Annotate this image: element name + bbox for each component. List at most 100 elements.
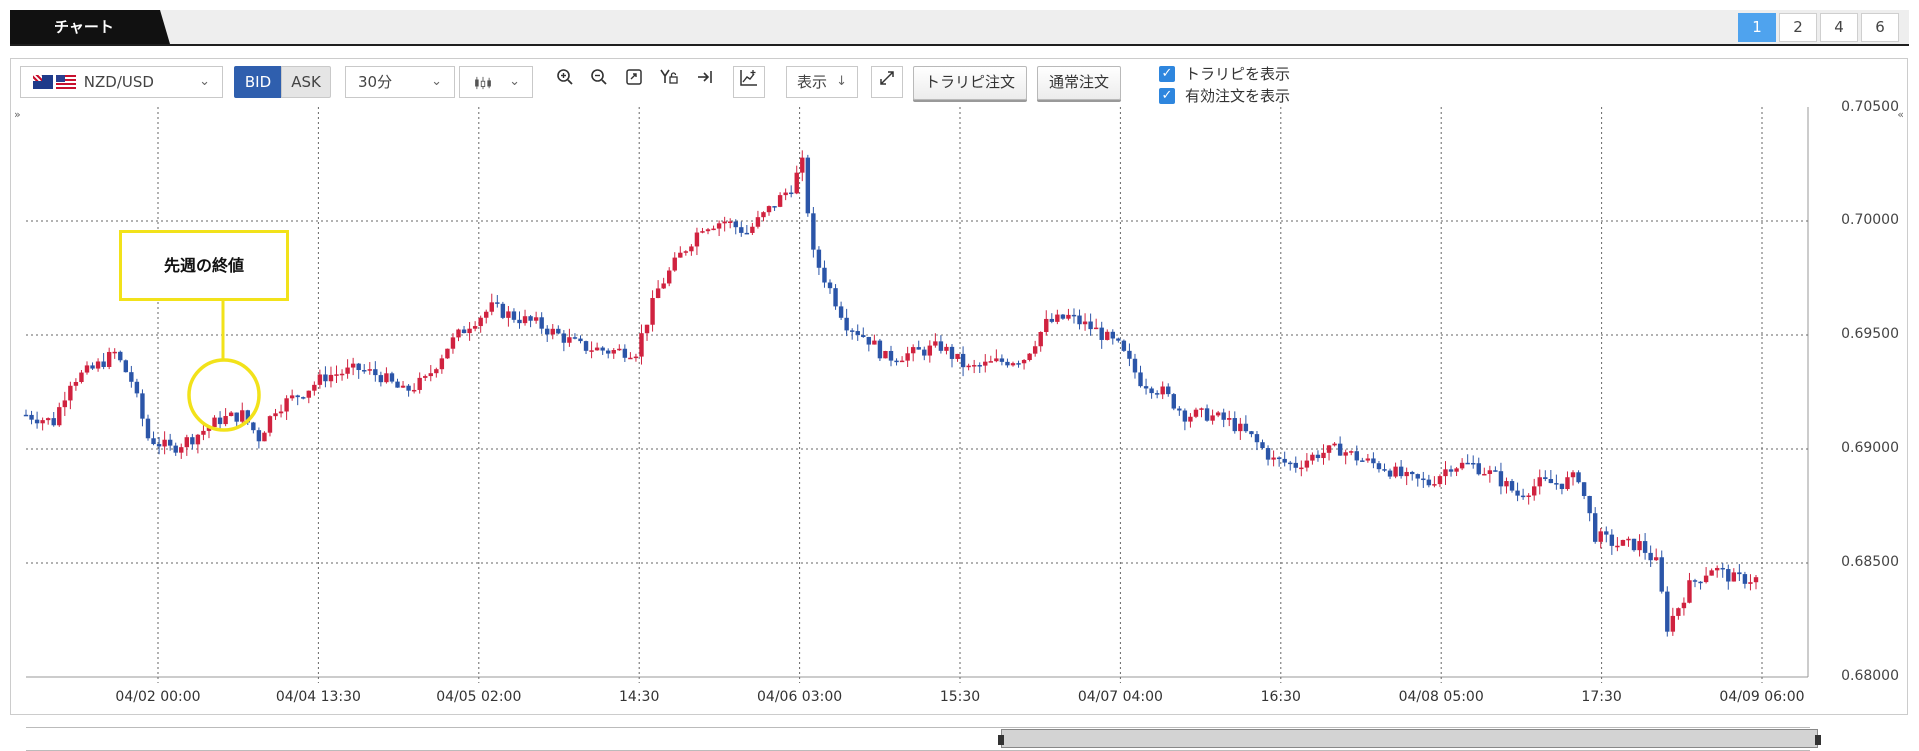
tab-chart[interactable]: チャート [10,10,170,44]
fullscreen-button[interactable] [871,66,903,98]
candle [1116,337,1121,343]
candle [849,328,855,340]
navigator-window[interactable] [998,729,1821,748]
y-lock-icon [660,69,678,84]
candle [1642,533,1648,560]
candle [1315,450,1321,462]
candle [794,165,799,195]
bid-toggle[interactable]: BID [234,66,282,98]
candle [167,433,173,451]
candle [273,408,278,420]
candle [655,280,661,299]
candle [899,356,905,363]
layout-2-button[interactable]: 2 [1779,13,1817,42]
time-navigator[interactable] [26,727,1821,751]
candle [1753,575,1759,590]
candle [1720,562,1725,578]
candle [1166,383,1171,397]
ask-toggle[interactable]: ASK [281,66,331,98]
chart-add-icon [740,70,757,86]
trailing-order-button[interactable]: トラリピ注文 [913,66,1027,100]
candle [517,311,522,329]
candle [1077,309,1082,330]
candle [1260,439,1265,450]
candle [1498,462,1504,495]
candle [539,312,544,334]
x-tick-label: 04/02 00:00 [115,689,201,705]
candle [1471,455,1476,469]
display-options-select[interactable]: 表示 ↓ [786,66,858,98]
candle [711,225,716,231]
candle [495,295,500,308]
layout-1-button[interactable]: 1 [1738,13,1776,42]
chart-type-select[interactable]: ⌄ [459,66,533,98]
candle [284,395,289,420]
navigator-left-handle[interactable] [998,735,1004,745]
candle [1310,452,1315,465]
x-tick-label: 17:30 [1581,689,1622,705]
show-trailing-row[interactable]: ✓ トラリピを表示 [1159,63,1290,84]
candle [1748,574,1753,591]
zoom-in-button[interactable] [549,66,581,98]
candle [1354,445,1359,466]
chart-plot-area[interactable]: » « 0.70500 0.70000 0.69500 0.69000 0.68500 0… [11,99,1907,751]
candle [1576,470,1581,484]
candle [1587,495,1592,522]
candle [212,415,217,428]
candle [1326,445,1332,461]
candle [739,221,744,237]
candle [434,367,439,378]
candle [1221,408,1226,428]
zoom-out-button[interactable] [583,66,615,98]
candle [1731,568,1737,582]
y-axis-lock-button[interactable] [653,66,685,98]
candle [1188,413,1193,428]
layout-6-button[interactable]: 6 [1861,13,1899,42]
period-select[interactable]: 30分 ⌄ [345,66,455,98]
candle [1659,550,1664,594]
layout-4-button[interactable]: 4 [1820,13,1858,42]
candle [489,293,494,316]
candlestick-chart[interactable] [11,107,1907,714]
candle [1415,473,1420,487]
candle [1182,408,1188,431]
navigator-right-handle[interactable] [1815,735,1821,745]
candle [1021,359,1027,370]
candle [1559,483,1565,495]
normal-order-button[interactable]: 通常注文 [1037,66,1121,100]
candle [106,347,112,370]
candle [960,346,966,377]
add-indicator-button[interactable] [733,66,765,98]
candle [1215,410,1221,418]
candle [162,431,167,455]
display-label: 表示 [797,73,828,91]
candle [484,309,489,324]
symbol-select[interactable]: NZD/USD ⌄ [20,66,223,98]
show-active-orders-label: 有効注文を表示 [1185,87,1291,105]
candle [417,372,422,394]
checkbox-checked-icon[interactable]: ✓ [1159,65,1175,82]
candle [910,344,916,362]
candle [1049,313,1055,324]
candle [661,277,666,290]
candle [994,349,999,363]
candle [84,361,90,375]
candle [1387,468,1393,480]
period-label: 30分 [358,73,393,91]
show-active-orders-row[interactable]: ✓ 有効注文を表示 [1159,85,1290,106]
candle [45,417,51,425]
checkbox-checked-icon[interactable]: ✓ [1159,87,1175,104]
candle [472,321,478,332]
candle [1210,409,1215,425]
expand-icon [880,71,894,85]
candle [1404,467,1409,486]
candle [223,408,228,427]
candle [1066,308,1071,321]
candle [617,344,622,351]
jump-latest-button[interactable] [689,66,721,98]
candle [134,378,140,398]
candle [1032,340,1038,357]
fit-view-button[interactable] [618,66,650,98]
candle [672,252,677,272]
annotation-last-week-close: 先週の終値 [119,230,289,301]
